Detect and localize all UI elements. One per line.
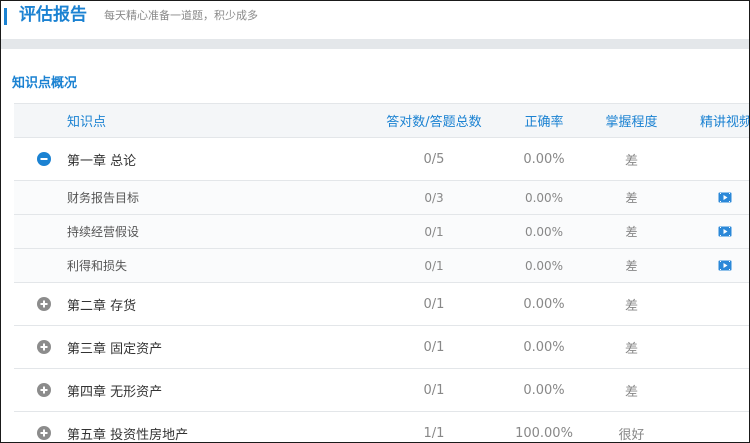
- row-level: 差: [625, 259, 638, 273]
- video-cell: [690, 215, 749, 248]
- table-row: 第三章 固定资产 0/1 0.00% 差: [14, 326, 749, 369]
- title-accent-bar: [4, 8, 7, 25]
- table-header: 知识点 答对数/答题总数 正确率 掌握程度 精讲视频: [14, 103, 749, 138]
- row-ratio: 0/5: [423, 151, 445, 167]
- column-header-topic: 知识点: [67, 115, 107, 130]
- row-level: 差: [624, 384, 638, 400]
- section-title: 知识点概况: [12, 76, 78, 91]
- page-header: 评估报告 每天精心准备一道题，积少成多: [1, 1, 749, 39]
- row-topic: 持续经营假设: [67, 225, 140, 239]
- page-subtitle: 每天精心准备一道题，积少成多: [104, 9, 258, 22]
- table-row: 第五章 投资性房地产 1/1 100.00% 很好: [14, 412, 749, 443]
- collapse-icon[interactable]: [37, 152, 51, 166]
- video-cell: [690, 181, 749, 214]
- row-level: 差: [624, 341, 638, 357]
- row-topic[interactable]: 第五章 投资性房地产: [67, 412, 188, 443]
- page-title: 评估报告: [19, 5, 87, 25]
- row-ratio: 0/1: [423, 339, 445, 355]
- row-topic[interactable]: 第三章 固定资产: [67, 326, 162, 368]
- column-header-ratio: 答对数/答题总数: [386, 115, 482, 130]
- row-topic[interactable]: 第一章 总论: [67, 138, 136, 180]
- expand-icon[interactable]: [37, 297, 51, 311]
- row-ratio: 0/1: [423, 382, 445, 398]
- knowledge-table: 知识点 答对数/答题总数 正确率 掌握程度 精讲视频 第一章 总论 0/5 0.…: [14, 103, 749, 443]
- table-row: 持续经营假设 0/1 0.00% 差: [14, 215, 749, 249]
- table-row: 利得和损失 0/1 0.00% 差: [14, 249, 749, 283]
- report-window: 评估报告 每天精心准备一道题，积少成多 知识点概况 知识点 答对数/答题总数 正…: [0, 0, 750, 443]
- table-row: 财务报告目标 0/3 0.00% 差: [14, 181, 749, 215]
- expand-icon[interactable]: [37, 426, 51, 440]
- row-topic[interactable]: 第四章 无形资产: [67, 369, 162, 411]
- row-ratio: 0/3: [424, 190, 444, 205]
- expand-icon[interactable]: [37, 383, 51, 397]
- table-row: 第四章 无形资产 0/1 0.00% 差: [14, 369, 749, 412]
- column-header-video: 精讲视频: [700, 115, 750, 130]
- table-row: 第二章 存货 0/1 0.00% 差: [14, 283, 749, 326]
- video-icon[interactable]: [718, 226, 732, 237]
- row-topic: 利得和损失: [67, 259, 128, 273]
- column-header-level: 掌握程度: [605, 115, 658, 130]
- video-icon[interactable]: [718, 260, 732, 271]
- row-ratio: 0/1: [424, 258, 444, 273]
- row-ratio: 0/1: [424, 224, 444, 239]
- row-level: 差: [625, 225, 638, 239]
- row-topic: 财务报告目标: [67, 191, 140, 205]
- row-level: 很好: [618, 427, 645, 443]
- row-level: 差: [625, 191, 638, 205]
- video-cell: [690, 249, 749, 282]
- video-icon[interactable]: [718, 192, 732, 203]
- row-ratio: 0/1: [423, 296, 445, 312]
- row-level: 差: [624, 153, 638, 169]
- row-ratio: 1/1: [423, 425, 445, 441]
- row-topic[interactable]: 第二章 存货: [67, 283, 136, 325]
- expand-icon[interactable]: [37, 340, 51, 354]
- table-row: 第一章 总论 0/5 0.00% 差: [14, 138, 749, 181]
- header-divider: [1, 39, 749, 49]
- row-level: 差: [624, 298, 638, 314]
